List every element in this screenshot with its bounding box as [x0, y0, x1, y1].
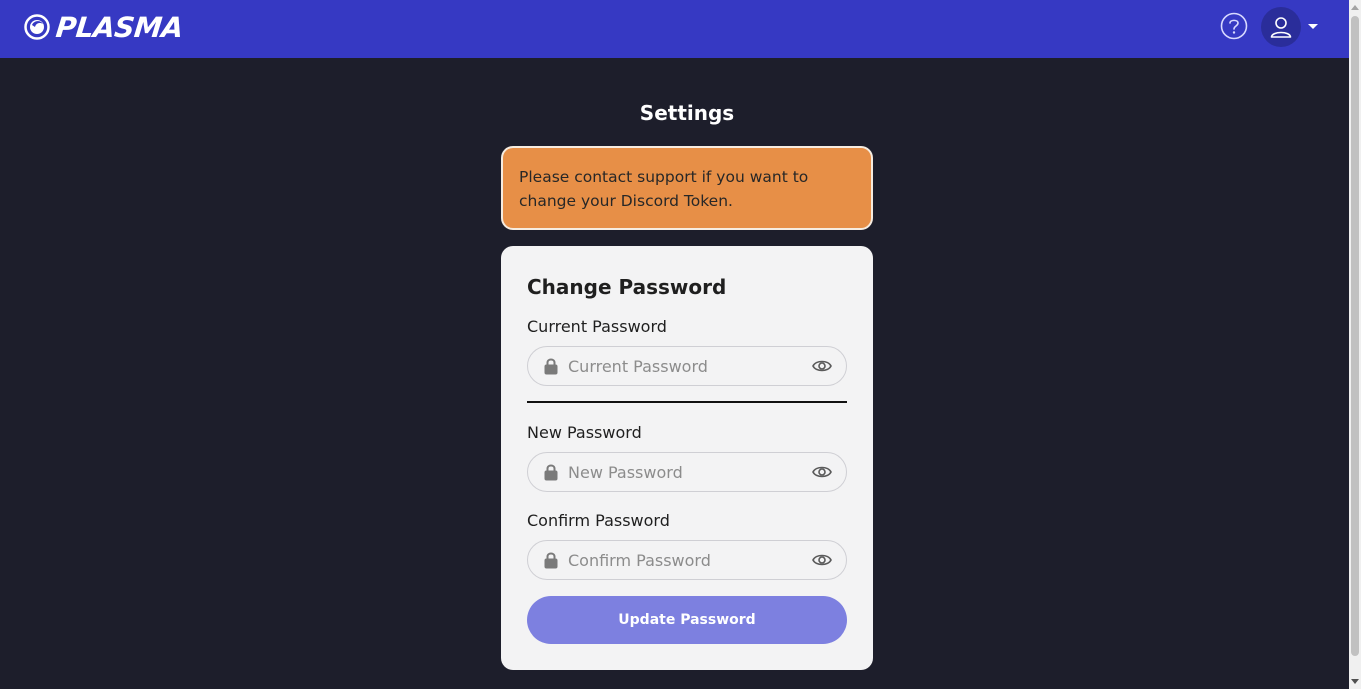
confirm-password-field-wrapper — [527, 540, 847, 580]
lock-icon — [544, 464, 558, 481]
new-password-field-wrapper — [527, 452, 847, 492]
user-icon — [1270, 17, 1292, 38]
help-circle-icon[interactable] — [1220, 12, 1248, 40]
vertical-scrollbar[interactable] — [1349, 0, 1361, 689]
new-password-input[interactable] — [568, 453, 808, 491]
lock-icon — [544, 358, 558, 375]
new-password-label: New Password — [527, 423, 642, 442]
confirm-password-input[interactable] — [568, 541, 808, 579]
eye-icon[interactable] — [812, 464, 832, 480]
brand-logo[interactable]: PLASMA — [24, 10, 185, 44]
discord-token-notice: Please contact support if you want to ch… — [501, 146, 873, 230]
scroll-up-arrow-icon[interactable] — [1351, 5, 1359, 10]
current-password-input[interactable] — [568, 347, 808, 385]
lock-icon — [544, 552, 558, 569]
current-password-field-wrapper — [527, 346, 847, 386]
section-divider — [527, 401, 847, 403]
plasma-logo-icon — [24, 14, 50, 40]
card-title: Change Password — [527, 275, 727, 299]
change-password-card: Change Password Current Password New Pas… — [501, 246, 873, 670]
page-title: Settings — [639, 101, 735, 125]
top-navbar: PLASMA — [0, 0, 1349, 58]
eye-icon[interactable] — [812, 552, 832, 568]
eye-icon[interactable] — [812, 358, 832, 374]
update-password-button[interactable]: Update Password — [527, 596, 847, 644]
current-password-label: Current Password — [527, 317, 667, 336]
scrollbar-thumb[interactable] — [1351, 16, 1359, 656]
brand-name: PLASMA — [54, 10, 185, 44]
scroll-down-arrow-icon[interactable] — [1351, 679, 1359, 684]
user-menu-button[interactable] — [1261, 7, 1301, 47]
chevron-down-icon[interactable] — [1308, 24, 1318, 29]
confirm-password-label: Confirm Password — [527, 511, 670, 530]
